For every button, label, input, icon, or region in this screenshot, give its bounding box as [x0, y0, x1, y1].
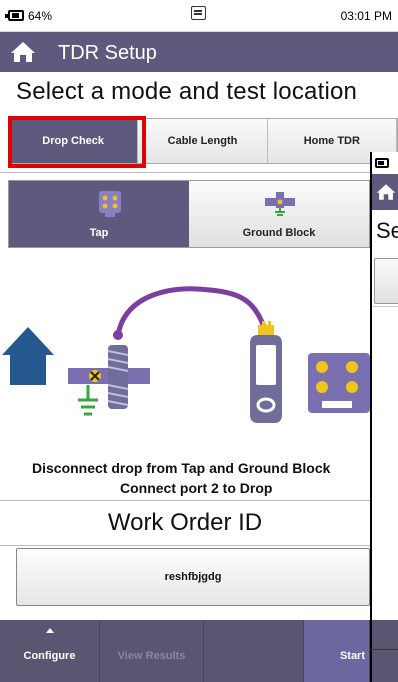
meter-icon	[250, 321, 282, 423]
tab-tap[interactable]: Tap	[9, 181, 189, 247]
empty-slot	[204, 620, 304, 682]
bottom-bar: Configure View Results Start	[0, 620, 370, 682]
second-screen: Se	[370, 152, 398, 682]
battery-icon	[5, 10, 24, 21]
chevron-up-icon	[45, 628, 54, 633]
main-screen: 64% 03:01 PM TDR Setup Select a mode and…	[0, 0, 398, 682]
tap-icon	[99, 191, 121, 217]
view-results-label: View Results	[117, 650, 186, 662]
battery-level: 64%	[28, 9, 53, 23]
ground-block-icon	[265, 192, 295, 216]
tap-icon	[308, 353, 370, 413]
tab-ground-block-label: Ground Block	[242, 227, 316, 239]
second-title-bar	[372, 174, 398, 210]
tab-cable-length[interactable]: Cable Length	[138, 119, 268, 163]
configure-label: Configure	[23, 650, 76, 662]
start-button[interactable]: Start	[304, 620, 370, 682]
configure-button[interactable]: Configure	[0, 620, 100, 682]
keyboard-icon[interactable]	[191, 6, 206, 20]
tab-ground-block[interactable]: Ground Block	[189, 181, 369, 247]
work-order-label: Work Order ID	[0, 500, 370, 546]
instruction-line-2: Connect port 2 to Drop	[120, 480, 273, 496]
house-icon	[2, 327, 54, 385]
home-icon[interactable]	[10, 40, 36, 64]
instruction-heading: Select a mode and test location	[16, 78, 358, 105]
instruction-line-1: Disconnect drop from Tap and Ground Bloc…	[32, 460, 331, 476]
ground-block-icon	[68, 345, 150, 416]
second-battery-icon	[375, 158, 389, 168]
callout-line	[370, 649, 398, 650]
coax-cable	[115, 286, 268, 336]
second-home-icon[interactable]	[376, 182, 396, 202]
second-bottom-bar	[372, 620, 398, 682]
view-results-button[interactable]: View Results	[100, 620, 204, 682]
connection-diagram	[2, 286, 370, 423]
clock: 03:01 PM	[340, 9, 392, 23]
page-title: TDR Setup	[58, 42, 157, 64]
start-label: Start	[339, 650, 365, 662]
tab-tap-label: Tap	[89, 227, 109, 239]
title-bar: TDR Setup	[0, 32, 398, 72]
work-order-field[interactable]: reshfbjgdg	[16, 548, 370, 606]
second-divider	[372, 306, 398, 307]
second-status-bar	[372, 152, 398, 174]
mode-tabs: Drop Check Cable Length Home TDR	[8, 118, 398, 164]
divider	[0, 172, 370, 173]
second-heading: Se	[376, 218, 398, 243]
second-mode-tab[interactable]	[374, 258, 398, 304]
tab-drop-check[interactable]: Drop Check	[9, 119, 139, 163]
location-tabs: Tap Ground Block	[8, 180, 370, 248]
cable-end	[113, 330, 123, 340]
status-bar: 64% 03:01 PM	[0, 0, 398, 32]
